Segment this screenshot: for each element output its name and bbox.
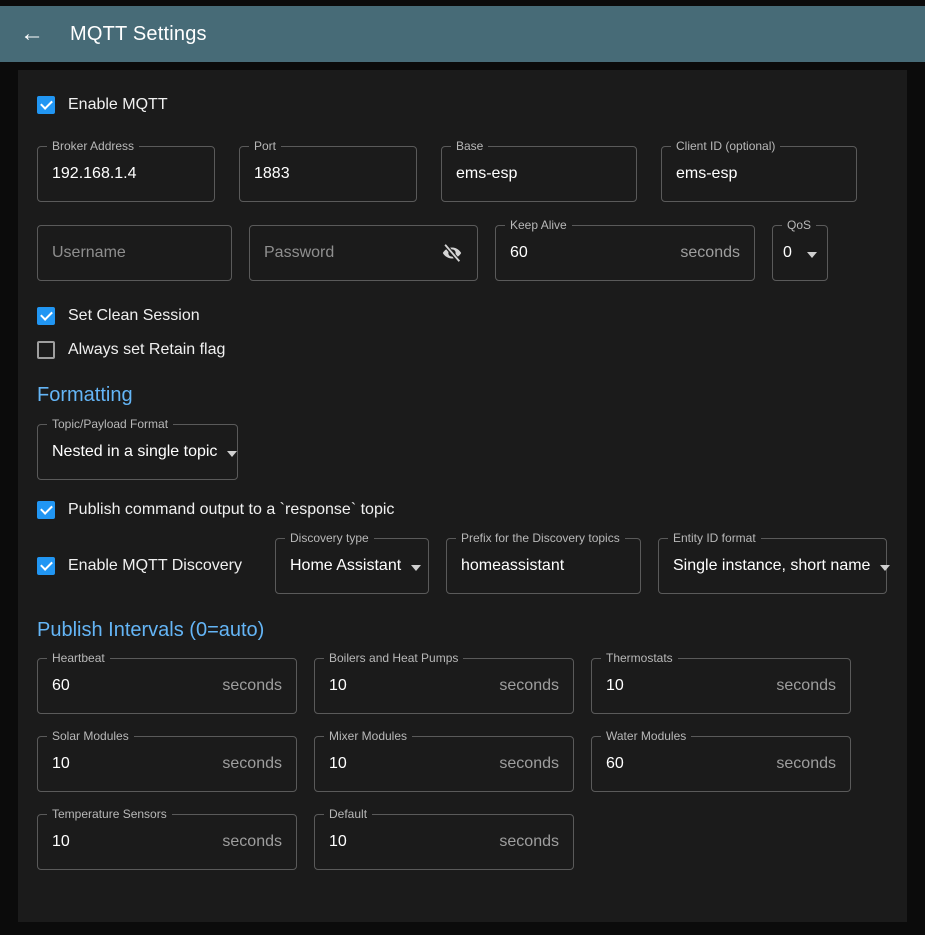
checkbox-icon[interactable] bbox=[37, 557, 55, 575]
client-id-field[interactable]: Client ID (optional) bbox=[661, 146, 857, 202]
unit-suffix: seconds bbox=[222, 755, 282, 773]
qos-value: 0 bbox=[783, 244, 797, 262]
field-label: Solar Modules bbox=[47, 729, 134, 743]
field-label: Topic/Payload Format bbox=[47, 417, 173, 431]
temperature-sensors-field[interactable]: Temperature Sensors seconds bbox=[37, 814, 297, 870]
field-label: QoS bbox=[782, 218, 816, 232]
field-label: Keep Alive bbox=[505, 218, 572, 232]
publish-intervals-heading: Publish Intervals (0=auto) bbox=[37, 619, 888, 642]
temperature-sensors-input[interactable] bbox=[52, 833, 214, 851]
default-interval-field[interactable]: Default seconds bbox=[314, 814, 574, 870]
thermostats-field[interactable]: Thermostats seconds bbox=[591, 658, 851, 714]
entity-id-format-value: Single instance, short name bbox=[673, 557, 870, 575]
field-label: Port bbox=[249, 139, 281, 153]
password-input[interactable] bbox=[264, 244, 441, 262]
field-label: Client ID (optional) bbox=[671, 139, 780, 153]
field-label: Mixer Modules bbox=[324, 729, 412, 743]
default-interval-input[interactable] bbox=[329, 833, 491, 851]
port-input[interactable] bbox=[254, 165, 402, 183]
broker-address-field[interactable]: Broker Address bbox=[37, 146, 215, 202]
password-field[interactable] bbox=[249, 225, 478, 281]
chevron-down-icon bbox=[227, 451, 237, 457]
unit-suffix: seconds bbox=[499, 833, 559, 851]
connection-row-2: Keep Alive seconds QoS 0 bbox=[37, 225, 888, 281]
checkbox-label: Enable MQTT bbox=[68, 96, 168, 114]
username-field[interactable] bbox=[37, 225, 232, 281]
topic-format-value: Nested in a single topic bbox=[52, 443, 217, 461]
topic-format-row: Topic/Payload Format Nested in a single … bbox=[37, 424, 888, 480]
heartbeat-input[interactable] bbox=[52, 677, 214, 695]
username-input[interactable] bbox=[52, 244, 217, 262]
base-field[interactable]: Base bbox=[441, 146, 637, 202]
checkbox-label: Publish command output to a `response` t… bbox=[68, 501, 394, 519]
field-label: Base bbox=[451, 139, 488, 153]
visibility-off-icon[interactable] bbox=[441, 242, 463, 264]
checkbox-icon[interactable] bbox=[37, 341, 55, 359]
field-label: Broker Address bbox=[47, 139, 139, 153]
field-label: Temperature Sensors bbox=[47, 807, 172, 821]
field-label: Default bbox=[324, 807, 372, 821]
discovery-prefix-input[interactable] bbox=[461, 557, 626, 575]
unit-suffix: seconds bbox=[499, 677, 559, 695]
field-label: Entity ID format bbox=[668, 531, 761, 545]
field-label: Thermostats bbox=[601, 651, 678, 665]
boilers-field[interactable]: Boilers and Heat Pumps seconds bbox=[314, 658, 574, 714]
unit-suffix: seconds bbox=[222, 833, 282, 851]
field-label: Discovery type bbox=[285, 531, 374, 545]
checkbox-icon[interactable] bbox=[37, 307, 55, 325]
base-input[interactable] bbox=[456, 165, 622, 183]
boilers-input[interactable] bbox=[329, 677, 491, 695]
checkbox-icon[interactable] bbox=[37, 96, 55, 114]
enable-mqtt-checkbox[interactable]: Enable MQTT bbox=[37, 96, 168, 114]
chevron-down-icon bbox=[807, 252, 817, 258]
water-modules-input[interactable] bbox=[606, 755, 768, 773]
formatting-heading: Formatting bbox=[37, 384, 888, 407]
unit-suffix: seconds bbox=[222, 677, 282, 695]
page-title: MQTT Settings bbox=[70, 23, 207, 46]
solar-modules-input[interactable] bbox=[52, 755, 214, 773]
heartbeat-field[interactable]: Heartbeat seconds bbox=[37, 658, 297, 714]
discovery-prefix-field[interactable]: Prefix for the Discovery topics bbox=[446, 538, 641, 594]
broker-address-input[interactable] bbox=[52, 165, 200, 183]
mixer-modules-field[interactable]: Mixer Modules seconds bbox=[314, 736, 574, 792]
field-label: Water Modules bbox=[601, 729, 691, 743]
field-label: Prefix for the Discovery topics bbox=[456, 531, 625, 545]
checkbox-label: Always set Retain flag bbox=[68, 341, 225, 359]
keep-alive-field[interactable]: Keep Alive seconds bbox=[495, 225, 755, 281]
chevron-down-icon bbox=[880, 565, 890, 571]
checkbox-icon[interactable] bbox=[37, 501, 55, 519]
intervals-grid: Heartbeat seconds Boilers and Heat Pumps… bbox=[37, 658, 888, 870]
topic-format-select[interactable]: Topic/Payload Format Nested in a single … bbox=[37, 424, 238, 480]
discovery-type-value: Home Assistant bbox=[290, 557, 401, 575]
discovery-row: Enable MQTT Discovery Discovery type Hom… bbox=[37, 538, 888, 594]
connection-row-1: Broker Address Port Base Client ID (opti… bbox=[37, 146, 888, 202]
keep-alive-input[interactable] bbox=[510, 244, 672, 262]
mqtt-settings-panel: Enable MQTT Broker Address Port Base Cli… bbox=[18, 70, 907, 922]
checkbox-label: Enable MQTT Discovery bbox=[68, 557, 242, 575]
checkbox-label: Set Clean Session bbox=[68, 307, 200, 325]
enable-discovery-checkbox[interactable]: Enable MQTT Discovery bbox=[37, 557, 258, 575]
app-bar: ← MQTT Settings bbox=[0, 6, 925, 62]
publish-response-checkbox[interactable]: Publish command output to a `response` t… bbox=[37, 501, 394, 519]
field-label: Heartbeat bbox=[47, 651, 110, 665]
clean-session-checkbox[interactable]: Set Clean Session bbox=[37, 307, 200, 325]
unit-suffix: seconds bbox=[499, 755, 559, 773]
retain-flag-checkbox[interactable]: Always set Retain flag bbox=[37, 341, 225, 359]
back-arrow-icon[interactable]: ← bbox=[20, 22, 44, 46]
water-modules-field[interactable]: Water Modules seconds bbox=[591, 736, 851, 792]
unit-suffix: seconds bbox=[776, 755, 836, 773]
mixer-modules-input[interactable] bbox=[329, 755, 491, 773]
solar-modules-field[interactable]: Solar Modules seconds bbox=[37, 736, 297, 792]
entity-id-format-select[interactable]: Entity ID format Single instance, short … bbox=[658, 538, 887, 594]
field-label: Boilers and Heat Pumps bbox=[324, 651, 463, 665]
discovery-type-select[interactable]: Discovery type Home Assistant bbox=[275, 538, 429, 594]
port-field[interactable]: Port bbox=[239, 146, 417, 202]
chevron-down-icon bbox=[411, 565, 421, 571]
qos-select[interactable]: QoS 0 bbox=[772, 225, 828, 281]
unit-suffix: seconds bbox=[680, 244, 740, 262]
unit-suffix: seconds bbox=[776, 677, 836, 695]
thermostats-input[interactable] bbox=[606, 677, 768, 695]
client-id-input[interactable] bbox=[676, 165, 842, 183]
